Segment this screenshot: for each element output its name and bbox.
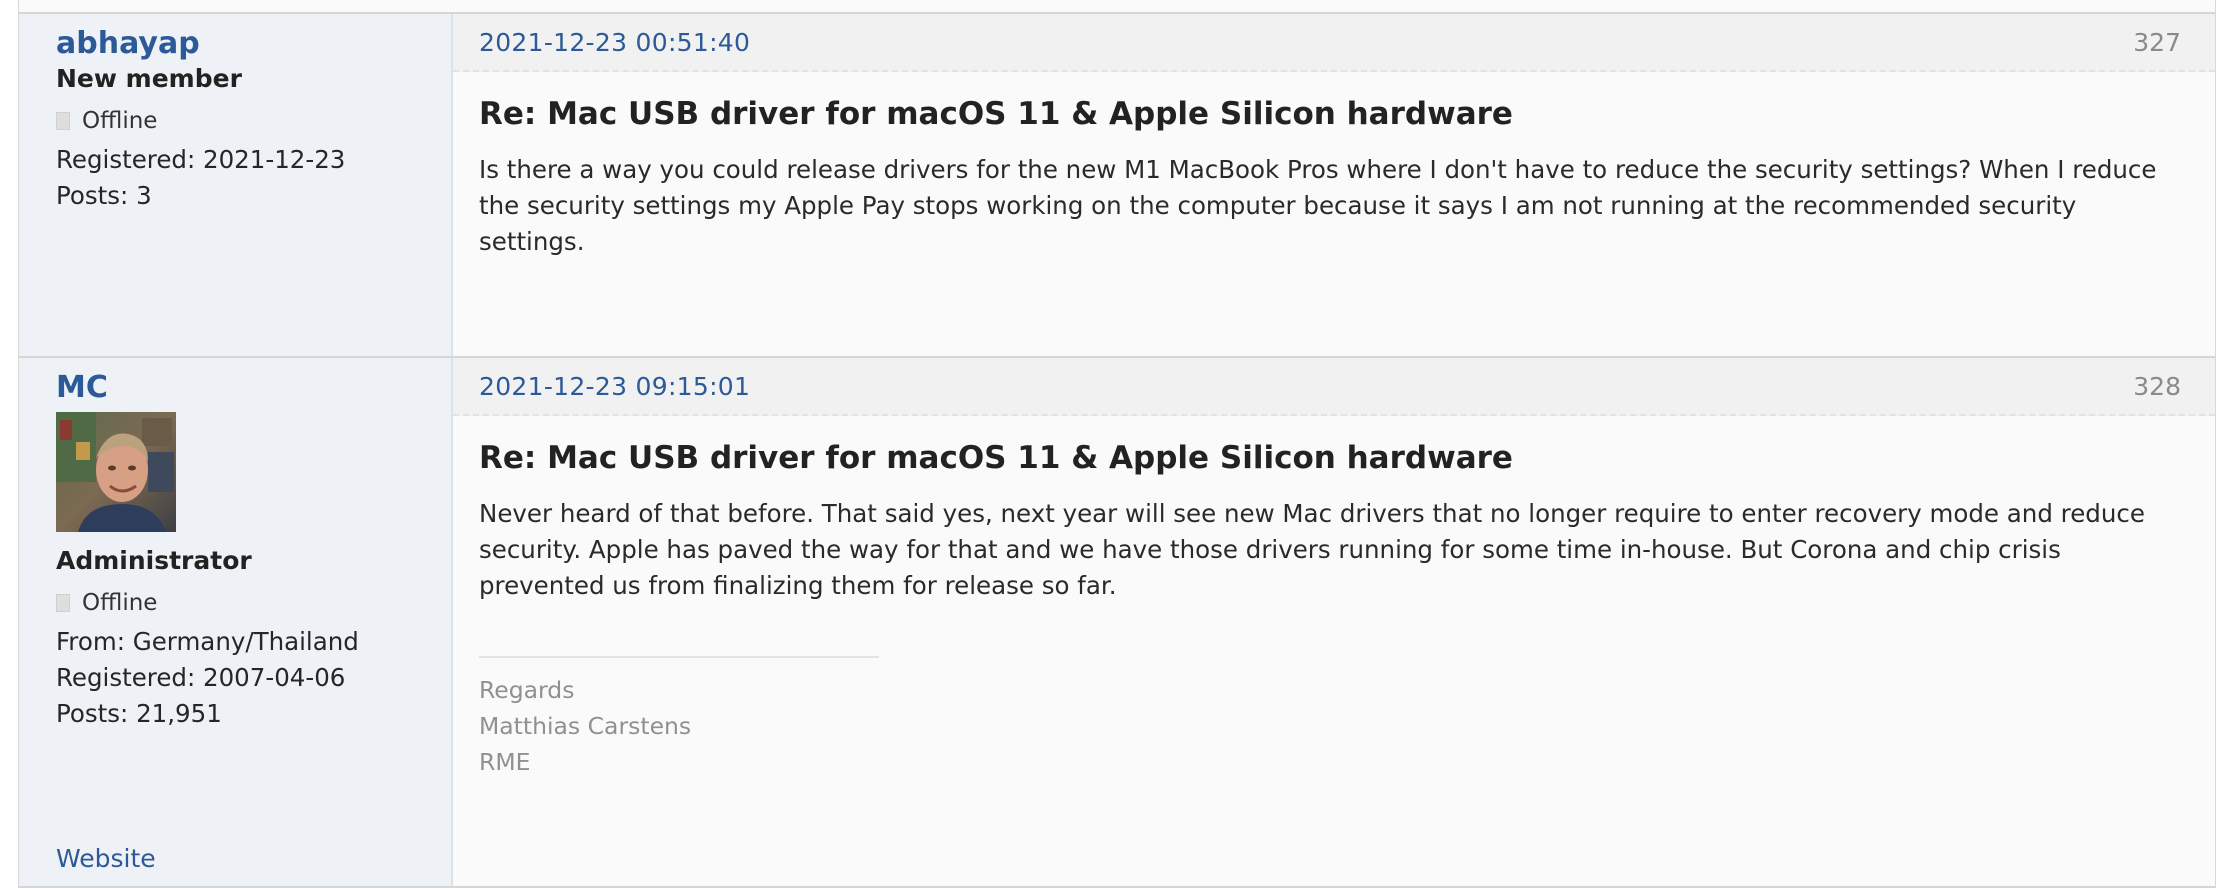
post-content-panel: 2021-12-23 09:15:01 328 Re: Mac USB driv… <box>453 358 2215 886</box>
signature-line: Regards <box>479 676 575 704</box>
post-date-link[interactable]: 2021-12-23 09:15:01 <box>479 372 750 401</box>
author-post-count: Posts: 3 <box>56 181 152 210</box>
author-name-link[interactable]: abhayap <box>56 26 451 62</box>
post-subject: Re: Mac USB driver for macOS 11 & Apple … <box>479 96 1513 132</box>
signature-line: Matthias Carstens <box>479 712 692 740</box>
post-body: Re: Mac USB driver for macOS 11 & Apple … <box>453 72 2215 260</box>
post-number: 328 <box>2133 372 2181 401</box>
post-signature: Regards Matthias Carstens RME <box>479 672 2185 780</box>
post-328: MC Administrator Offline From: Germany/T… <box>19 356 2215 888</box>
post-message: Is there a way you could release drivers… <box>479 155 2157 256</box>
post-body: Re: Mac USB driver for macOS 11 & Apple … <box>453 416 2215 780</box>
post-subject: Re: Mac USB driver for macOS 11 & Apple … <box>479 440 1513 476</box>
author-name-link[interactable]: MC <box>56 370 451 406</box>
post-author-panel: MC Administrator Offline From: Germany/T… <box>19 358 453 886</box>
author-registered: Registered: 2007-04-06 <box>56 663 346 692</box>
author-registered: Registered: 2021-12-23 <box>56 145 346 174</box>
post-content-panel: 2021-12-23 00:51:40 327 Re: Mac USB driv… <box>453 14 2215 356</box>
post-date-link[interactable]: 2021-12-23 00:51:40 <box>479 28 750 57</box>
author-role: New member <box>56 64 242 93</box>
author-status-label: Offline <box>82 590 158 616</box>
post-message: Never heard of that before. That said ye… <box>479 499 2145 600</box>
author-status: Offline <box>56 588 451 618</box>
author-website-link[interactable]: Website <box>56 844 156 873</box>
post-number: 327 <box>2133 28 2181 57</box>
author-post-count: Posts: 21,951 <box>56 699 222 728</box>
forum-topic: abhayap New member Offline Registered: 2… <box>18 0 2216 888</box>
signature-line: RME <box>479 748 531 776</box>
offline-status-icon <box>56 594 70 612</box>
signature-divider <box>479 656 879 658</box>
author-location: From: Germany/Thailand <box>56 627 359 656</box>
user-avatar-photo[interactable] <box>56 412 176 532</box>
post-author-panel: abhayap New member Offline Registered: 2… <box>19 14 453 356</box>
post-327: abhayap New member Offline Registered: 2… <box>19 12 2215 356</box>
author-status-label: Offline <box>82 108 158 134</box>
offline-status-icon <box>56 112 70 130</box>
author-status: Offline <box>56 106 451 136</box>
post-header: 2021-12-23 09:15:01 328 <box>453 358 2215 416</box>
post-header: 2021-12-23 00:51:40 327 <box>453 14 2215 72</box>
author-role: Administrator <box>56 546 252 575</box>
